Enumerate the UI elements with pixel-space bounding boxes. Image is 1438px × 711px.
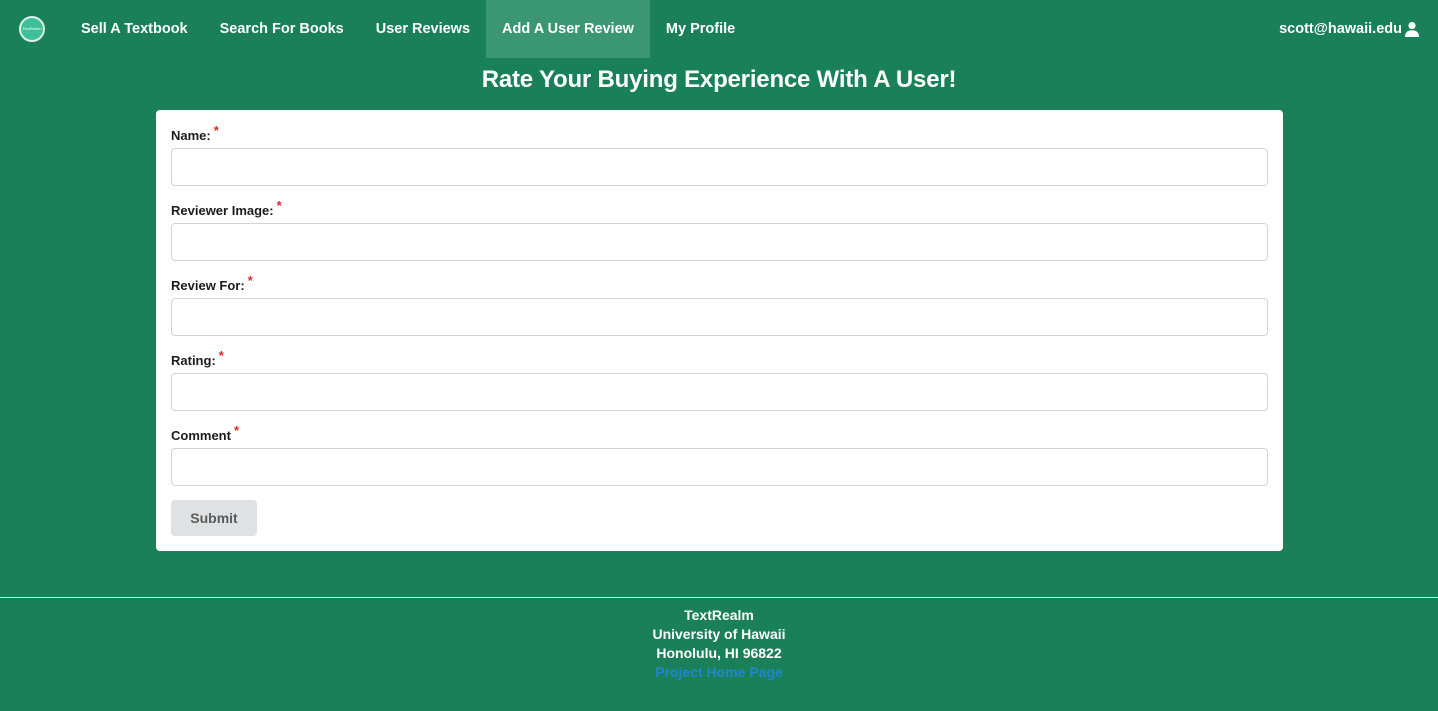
- field-comment: Comment *: [171, 423, 1268, 486]
- field-reviewer-image: Reviewer Image: *: [171, 198, 1268, 261]
- user-email: scott@hawaii.edu: [1279, 21, 1402, 37]
- required-marker: *: [247, 273, 253, 288]
- user-menu[interactable]: scott@hawaii.edu: [1279, 0, 1420, 58]
- field-label: Reviewer Image: *: [171, 198, 282, 218]
- nav-my-profile[interactable]: My Profile: [650, 0, 751, 58]
- footer: TextRealm University of Hawaii Honolulu,…: [0, 606, 1438, 682]
- required-marker: *: [233, 423, 240, 438]
- field-label: Comment *: [171, 423, 240, 443]
- required-marker: *: [276, 198, 282, 213]
- footer-line-address: Honolulu, HI 96822: [656, 645, 782, 661]
- nav-search-books[interactable]: Search For Books: [204, 0, 360, 58]
- textrealm-logo[interactable]: TextRealm: [19, 16, 45, 42]
- nav-user-reviews[interactable]: User Reviews: [360, 0, 486, 58]
- reviewer-image-input[interactable]: [171, 223, 1268, 261]
- review-for-input[interactable]: [171, 298, 1268, 336]
- page-title: Rate Your Buying Experience With A User!: [481, 66, 957, 93]
- name-input[interactable]: [171, 148, 1268, 186]
- footer-line-brand: TextRealm: [684, 607, 754, 623]
- nav-add-user-review[interactable]: Add A User Review: [486, 0, 650, 58]
- rating-input[interactable]: [171, 373, 1268, 411]
- field-label: Review For: *: [171, 273, 253, 293]
- required-marker: *: [218, 348, 224, 363]
- field-label: Rating: *: [171, 348, 224, 368]
- project-home-link[interactable]: Project Home Page: [655, 664, 783, 680]
- footer-line-university: University of Hawaii: [652, 626, 786, 642]
- logo-text: TextRealm: [22, 26, 42, 31]
- required-marker: *: [213, 123, 219, 138]
- submit-button[interactable]: Submit: [171, 500, 257, 536]
- field-label: Name: *: [171, 123, 219, 143]
- nav-sell-textbook[interactable]: Sell A Textbook: [65, 0, 204, 58]
- user-icon: [1405, 22, 1419, 37]
- field-rating: Rating: *: [171, 348, 1268, 411]
- footer-divider: [0, 597, 1438, 598]
- field-review-for: Review For: *: [171, 273, 1268, 336]
- field-name: Name: *: [171, 123, 1268, 186]
- top-navbar: TextRealm Sell A Textbook Search For Boo…: [0, 0, 1438, 58]
- add-review-form: Name: * Reviewer Image: * Review For: * Rat…: [156, 110, 1283, 551]
- nav-links: Sell A Textbook Search For Books User Re…: [65, 0, 751, 58]
- comment-input[interactable]: [171, 448, 1268, 486]
